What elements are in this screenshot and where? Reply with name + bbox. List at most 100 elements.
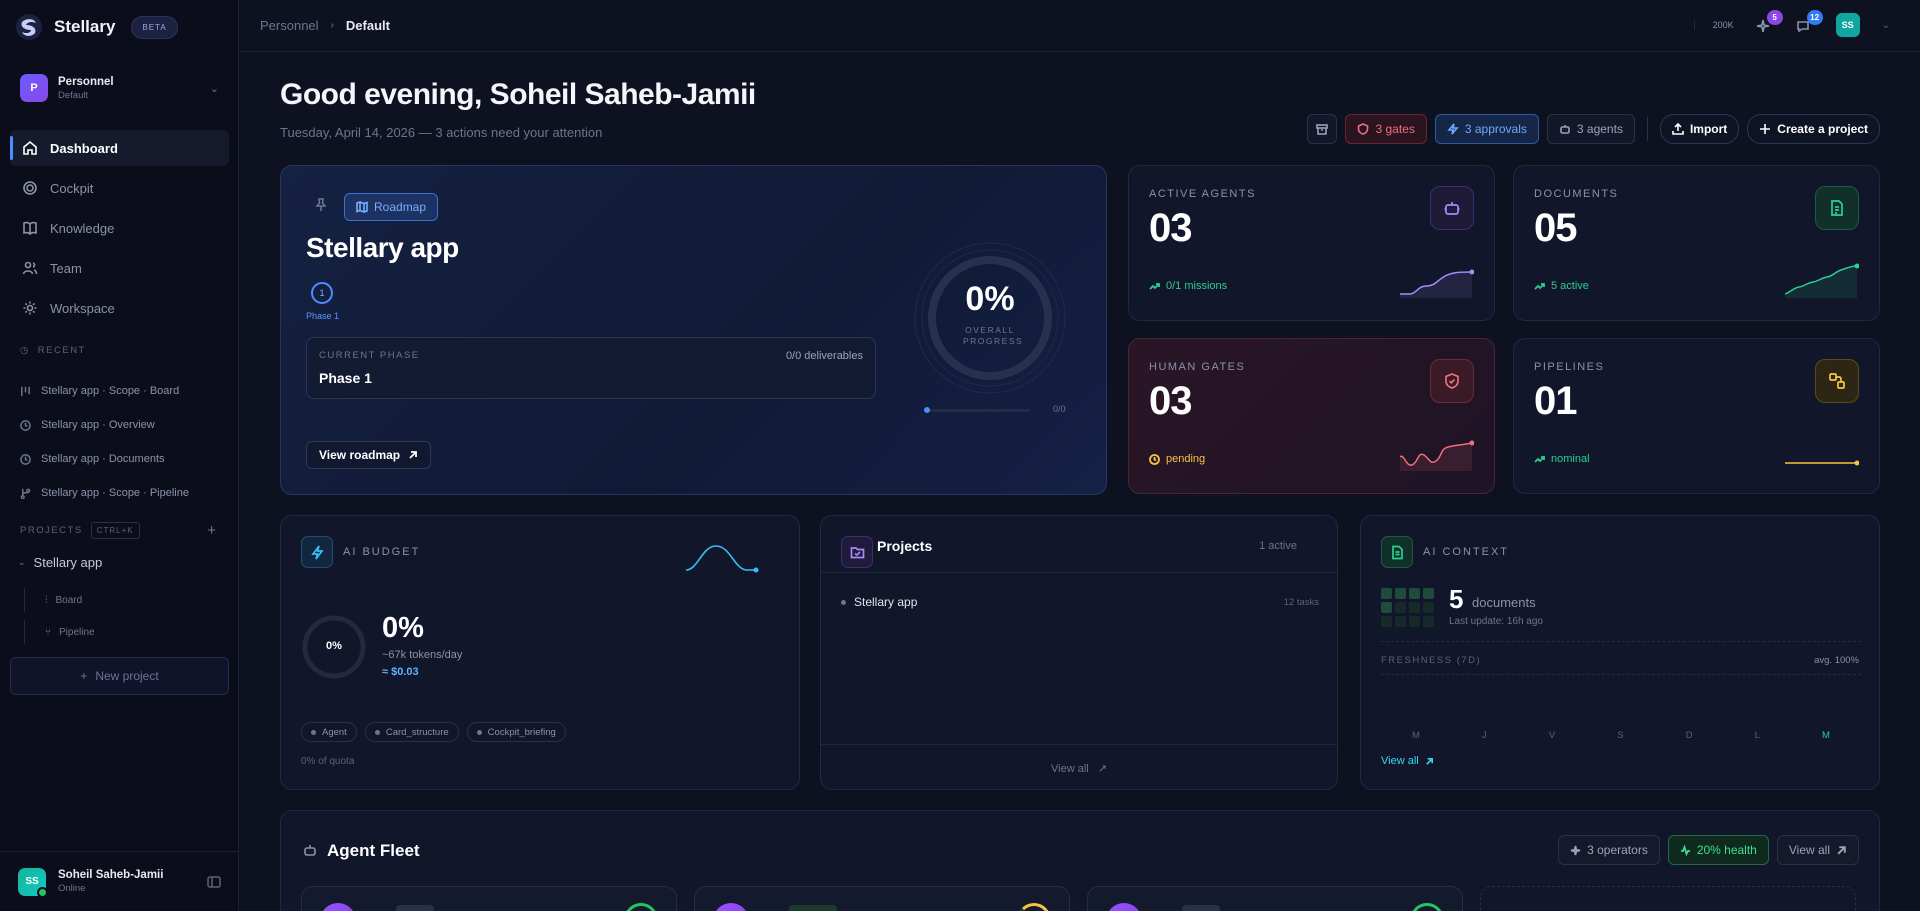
chevron-down-icon[interactable]: ⌄ <box>1882 20 1890 31</box>
operators-label: 3 operators <box>1587 843 1648 857</box>
workspace-avatar: P <box>20 74 48 102</box>
recent-item[interactable]: Stellary app · Scope · Pipeline <box>20 476 220 510</box>
nav-item-knowledge[interactable]: Knowledge <box>10 210 229 246</box>
agent-card[interactable] <box>694 886 1070 911</box>
recent-item-label: Stellary app · Overview <box>41 419 155 431</box>
board-icon <box>21 386 30 396</box>
breadcrumb-current: Default <box>345 18 390 33</box>
list-item[interactable]: Stellary app 12 tasks <box>841 595 1319 609</box>
book-icon <box>23 221 37 236</box>
recent-item[interactable]: Stellary app · Scope · Board <box>20 374 220 408</box>
brand-name: Stellary <box>54 17 116 36</box>
branch-icon <box>20 488 31 499</box>
phase-step[interactable]: 1 <box>311 282 333 304</box>
nav-item-team[interactable]: Team <box>10 250 229 286</box>
agent-fleet-card: Agent Fleet 3 operators 20% health View … <box>280 810 1880 911</box>
freshness-days: M J V S D L M <box>1381 730 1861 741</box>
page-title: Good evening, Soheil Saheb-Jamii <box>280 78 756 111</box>
map-icon <box>356 201 368 213</box>
board-icon: ⫶ <box>45 594 48 606</box>
topbar-actions: 200K 5 12 SS ⌄ <box>1693 10 1890 37</box>
document-icon <box>1815 186 1859 230</box>
agents-button[interactable]: 3 agents <box>1546 114 1635 144</box>
chip-card-structure[interactable]: Card_structure <box>364 722 459 742</box>
gates-button[interactable]: 3 gates <box>1345 114 1427 144</box>
agent-card[interactable] <box>301 886 677 911</box>
token-counter: 200K <box>1693 20 1734 30</box>
clock-icon <box>20 453 31 465</box>
collapse-sidebar-icon[interactable] <box>207 875 221 889</box>
roadmap-tag[interactable]: Roadmap <box>344 193 439 221</box>
folder-icon <box>841 536 873 568</box>
fleet-actions: 3 operators 20% health View all <box>1558 835 1859 865</box>
sidebar-sub-label: Board <box>55 594 83 606</box>
stat-label: DOCUMENTS <box>1534 188 1619 200</box>
archive-button[interactable] <box>1307 114 1338 144</box>
avatar[interactable]: SS <box>1835 13 1860 37</box>
trend-up-icon <box>1534 282 1545 290</box>
sidebar-project-stellary[interactable]: ⌄ Stellary app <box>18 555 102 570</box>
robot-icon <box>1560 125 1570 134</box>
stat-card-human-gates[interactable]: HUMAN GATES 03 pending <box>1128 338 1495 494</box>
agents-label: 3 agents <box>1576 122 1623 136</box>
agent-tag <box>789 905 837 911</box>
add-project-icon[interactable]: + <box>207 522 216 539</box>
recent-item-label: Stellary app · Documents <box>41 453 165 465</box>
messages-indicator[interactable]: 12 <box>1796 10 1823 34</box>
chip-agent[interactable]: Agent <box>301 722 357 742</box>
context-view-all-link[interactable]: View all <box>1381 755 1434 767</box>
budget-quota: 0% of quota <box>301 756 355 767</box>
users-icon <box>22 261 38 275</box>
recent-item[interactable]: Stellary app · Documents <box>20 442 220 476</box>
stellary-logo-icon <box>16 14 42 40</box>
chip-cockpit-briefing[interactable]: Cockpit_briefing <box>466 722 566 742</box>
stat-label: ACTIVE AGENTS <box>1149 188 1256 200</box>
fleet-view-all-button[interactable]: View all <box>1776 835 1859 865</box>
budget-chips: Agent Card_structure Cockpit_briefing <box>301 722 566 742</box>
stat-foot-label: nominal <box>1551 453 1590 465</box>
sidebar-project-pipeline[interactable]: ⑂ Pipeline <box>24 620 95 644</box>
create-project-button[interactable]: Create a project <box>1747 114 1880 144</box>
phase-progress-bar <box>925 409 1030 412</box>
approvals-button[interactable]: 3 approvals <box>1434 114 1539 144</box>
stat-card-documents[interactable]: DOCUMENTS 05 5 active <box>1513 165 1880 321</box>
nav-item-dashboard[interactable]: Dashboard <box>10 130 229 166</box>
agent-health-ring <box>1017 903 1051 911</box>
upload-icon <box>1672 123 1684 135</box>
view-roadmap-button[interactable]: View roadmap <box>306 441 432 469</box>
import-button[interactable]: Import <box>1659 114 1740 144</box>
arrow-up-right-icon <box>409 451 418 459</box>
health-button[interactable]: 20% health <box>1667 835 1769 865</box>
add-agent-card[interactable] <box>1480 886 1856 911</box>
projects-count: 1 active <box>1259 540 1297 552</box>
stat-foot-label: pending <box>1166 453 1206 465</box>
agents-indicator[interactable]: 5 <box>1756 10 1783 34</box>
health-label: 20% health <box>1696 843 1757 857</box>
recent-item[interactable]: Stellary app · Overview <box>20 408 220 442</box>
stat-card-agents[interactable]: ACTIVE AGENTS 03 0/1 missions <box>1128 165 1495 321</box>
branch-icon: ⑂ <box>45 626 51 638</box>
user-profile[interactable]: SS Soheil Saheb-Jamii Online <box>0 851 239 911</box>
brand[interactable]: Stellary BETA <box>14 12 178 42</box>
nav-item-workspace[interactable]: Workspace <box>10 290 229 326</box>
nav-item-cockpit[interactable]: Cockpit <box>10 170 229 206</box>
gear-icon <box>23 301 37 315</box>
workspace-switcher[interactable]: P Personnel Default ⌄ <box>10 66 229 110</box>
freshness-avg: avg. 100% <box>1814 655 1859 666</box>
day-label: M <box>1412 730 1420 741</box>
budget-percent: 0% <box>382 612 424 644</box>
stat-label: HUMAN GATES <box>1149 361 1246 373</box>
stat-card-pipelines[interactable]: PIPELINES 01 nominal <box>1513 338 1880 494</box>
project-tasks: 12 tasks <box>1283 596 1319 608</box>
pin-icon[interactable] <box>314 198 328 217</box>
breadcrumb-parent[interactable]: Personnel <box>260 18 319 33</box>
trend-up-icon <box>1534 455 1545 463</box>
projects-label-text: PROJECTS <box>20 525 83 536</box>
archive-icon <box>1316 124 1329 135</box>
shortcut-badge: CTRL+K <box>90 522 140 539</box>
projects-view-all-link[interactable]: View all ↗ <box>821 762 1337 775</box>
new-project-button[interactable]: + New project <box>10 657 229 695</box>
operators-button[interactable]: 3 operators <box>1558 835 1660 865</box>
agent-card[interactable] <box>1087 886 1463 911</box>
sidebar-project-board[interactable]: ⫶ Board <box>24 588 82 612</box>
